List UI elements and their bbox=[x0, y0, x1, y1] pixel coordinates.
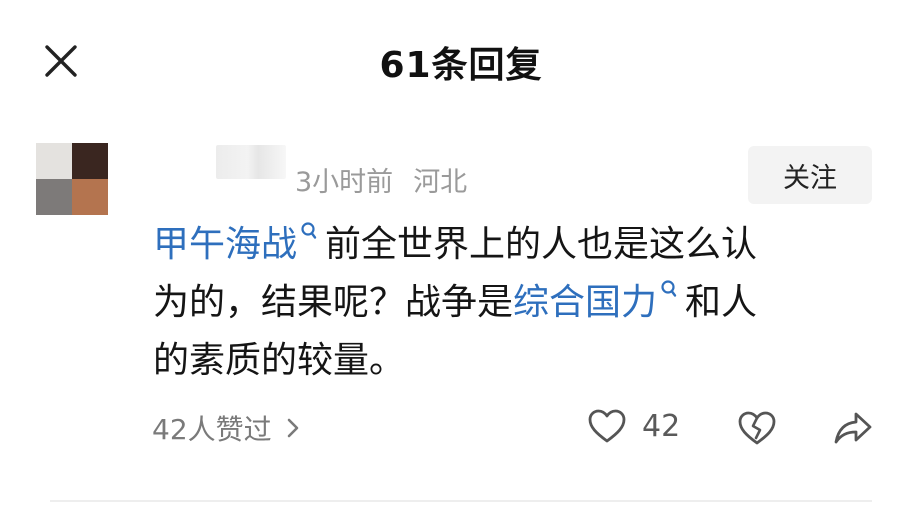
comment-line2-text: 为的，结果呢？战争是 bbox=[153, 282, 514, 323]
comment-time: 3小时前 bbox=[295, 167, 394, 198]
avatar[interactable] bbox=[36, 143, 108, 215]
heart-icon bbox=[588, 409, 626, 443]
search-icon bbox=[661, 280, 677, 297]
keyword-link-jiawu[interactable]: 甲午海战 bbox=[153, 224, 297, 265]
comment-line3-text: 的素质的较量。 bbox=[153, 340, 406, 381]
share-icon bbox=[834, 412, 872, 444]
reply-page: 61条回复 3小时前 河北 关注 甲午海战 前全世界上的人也是这么认 为的，结果呢… bbox=[0, 0, 922, 516]
comment-text: 甲午海战 前全世界上的人也是这么认 为的，结果呢？战争是综合国力 和人 的素质的… bbox=[153, 216, 873, 390]
comment-meta: 3小时前 河北 bbox=[295, 160, 467, 199]
dislike-button[interactable] bbox=[736, 408, 778, 452]
like-count: 42 bbox=[642, 408, 681, 444]
broken-heart-icon bbox=[738, 411, 776, 445]
follow-button[interactable]: 关注 bbox=[748, 146, 872, 204]
comment-line2-after: 和人 bbox=[685, 282, 758, 323]
share-button[interactable] bbox=[832, 408, 874, 452]
like-button[interactable]: 42 bbox=[586, 406, 680, 446]
username-blurred[interactable] bbox=[216, 145, 286, 179]
search-icon bbox=[301, 222, 317, 239]
comment-location: 河北 bbox=[413, 167, 468, 198]
comment-line1-text: 前全世界上的人也是这么认 bbox=[325, 224, 758, 265]
keyword-link-zonghe[interactable]: 综合国力 bbox=[513, 282, 657, 323]
likers-link[interactable]: 42人赞过 bbox=[152, 408, 300, 448]
divider bbox=[50, 500, 872, 502]
likers-text: 42人赞过 bbox=[152, 413, 272, 446]
chevron-right-icon bbox=[286, 416, 300, 440]
page-title: 61条回复 bbox=[379, 45, 543, 86]
